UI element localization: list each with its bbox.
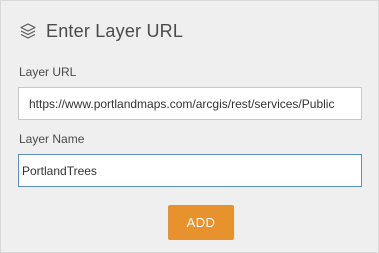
layer-url-input[interactable] (18, 87, 362, 120)
layer-url-label: Layer URL (19, 65, 77, 79)
layer-name-label: Layer Name (19, 132, 85, 146)
panel-header: Enter Layer URL (19, 19, 183, 43)
layer-name-input[interactable] (18, 154, 362, 187)
panel-title: Enter Layer URL (46, 20, 184, 41)
enter-layer-url-panel: Enter Layer URL Layer URL Layer Name ADD (0, 0, 379, 253)
add-button[interactable]: ADD (168, 205, 234, 240)
layers-icon (19, 22, 37, 40)
